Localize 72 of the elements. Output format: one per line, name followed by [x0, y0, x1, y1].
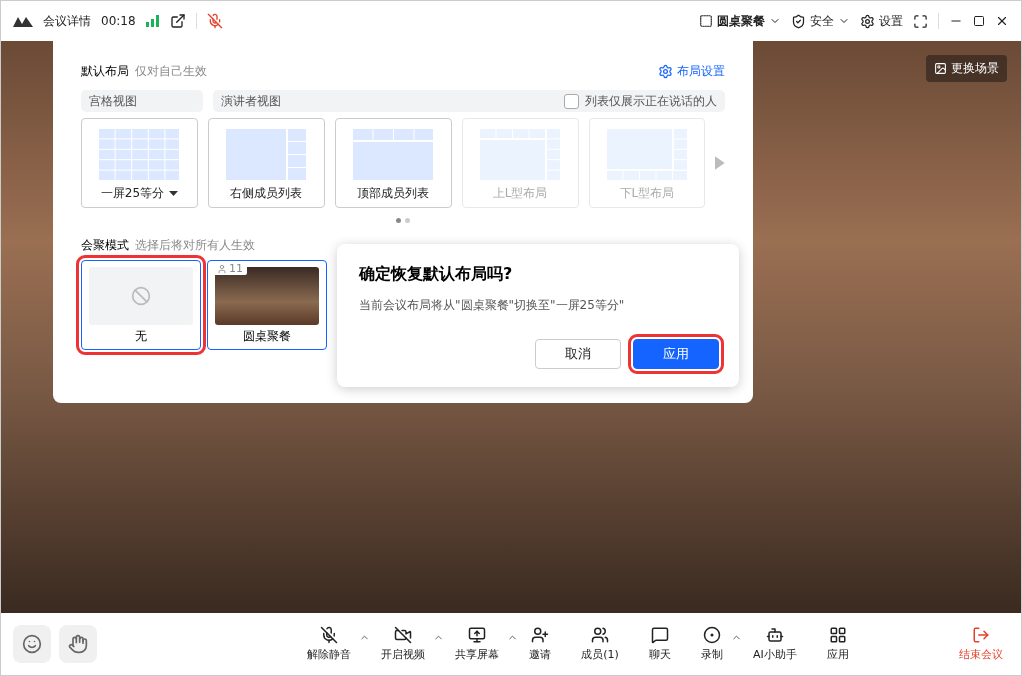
dialog-title: 确定恢复默认布局吗? — [359, 264, 514, 285]
exit-icon — [972, 626, 990, 644]
signal-icon — [145, 15, 160, 27]
toolbar-button[interactable]: 共享屏幕 — [447, 624, 508, 664]
layout-option-label: 一屏25等分 — [100, 185, 165, 202]
layout-settings-link[interactable]: 布局设置 — [658, 63, 725, 80]
security-menu[interactable]: 安全 — [791, 12, 850, 30]
toolbar-button[interactable]: 邀请 — [521, 624, 560, 664]
meeting-timer: 00:18 — [101, 14, 136, 28]
maximize-icon[interactable] — [973, 15, 985, 27]
toolbar-button[interactable]: 成员(1) — [573, 624, 627, 664]
robot-icon — [765, 626, 784, 644]
section-title: 会聚模式 — [81, 237, 129, 254]
layout-option-card[interactable]: 顶部成员列表 — [334, 118, 452, 208]
speaker-only-checkbox[interactable]: 列表仅展示正在说话的人 — [564, 92, 717, 110]
layout-preview-icon — [99, 129, 180, 180]
toolbar-button[interactable]: 应用 — [818, 624, 857, 664]
add-user-icon — [531, 626, 550, 644]
no-symbol-icon — [131, 286, 151, 306]
speaker-off-icon[interactable] — [206, 13, 223, 29]
layout-menu[interactable]: 圆桌聚餐 — [699, 12, 781, 30]
smiley-icon — [22, 634, 42, 654]
video-off-icon — [394, 626, 413, 644]
toolbar-button[interactable]: 聊天 — [640, 624, 679, 664]
toolbar-button[interactable]: 开启视频 — [373, 624, 434, 664]
chat-icon — [650, 626, 669, 644]
page-indicator-dot[interactable] — [396, 218, 401, 223]
layout-option-label: 右侧成员列表 — [230, 185, 303, 202]
page-indicator-dot[interactable] — [405, 218, 410, 223]
mode-option-label: 圆桌聚餐 — [243, 328, 291, 345]
layout-option-label: 上L型布局 — [492, 185, 548, 202]
layout-option-card[interactable]: 右侧成员列表 — [207, 118, 325, 208]
group-label: 演讲者视图 — [221, 92, 281, 110]
image-icon — [934, 62, 947, 75]
group-label: 宫格视图 — [89, 92, 137, 110]
dashed-square-icon — [699, 14, 713, 28]
logo-icon — [13, 15, 33, 27]
section-subtitle: 选择后将对所有人生效 — [135, 237, 255, 254]
mode-option-label: 无 — [135, 328, 147, 345]
mode-option-card[interactable]: 11 圆桌聚餐 — [207, 260, 327, 350]
settings-button[interactable]: 设置 — [860, 12, 903, 30]
layout-option-label: 顶部成员列表 — [357, 185, 430, 202]
close-icon[interactable] — [995, 14, 1009, 28]
external-link-icon[interactable] — [169, 13, 186, 29]
toolbar-button[interactable]: AI小助手 — [744, 624, 805, 664]
mic-off-icon — [320, 626, 339, 644]
layout-option-label: 下L型布局 — [619, 185, 675, 202]
section-subtitle: 仅对自己生效 — [135, 63, 207, 80]
shield-icon — [791, 13, 806, 29]
fullscreen-icon[interactable] — [913, 13, 928, 29]
dropdown-caret-icon[interactable] — [169, 191, 179, 196]
layout-option-card[interactable]: 一屏25等分 — [81, 118, 198, 208]
toolbar-button[interactable]: 解除静音 — [299, 624, 360, 664]
raise-hand-button[interactable] — [59, 625, 97, 663]
dialog-message: 当前会议布局将从"圆桌聚餐"切换至"一屏25等分" — [359, 297, 626, 314]
change-scene-button[interactable]: 更换场景 — [926, 55, 1007, 82]
users-icon — [591, 626, 610, 644]
hand-icon — [68, 634, 88, 654]
screen-share-icon — [468, 626, 487, 644]
participant-count-badge: 11 — [213, 262, 247, 275]
settings-icon — [860, 13, 875, 29]
layout-preview-icon — [226, 129, 307, 180]
end-meeting-button[interactable]: 结束会议 — [953, 625, 1009, 663]
settings-icon — [658, 64, 673, 79]
emoji-button[interactable] — [13, 625, 51, 663]
grid-icon — [828, 626, 847, 644]
cancel-button[interactable]: 取消 — [535, 339, 621, 369]
toolbar-button[interactable]: 录制 — [692, 624, 731, 664]
record-icon — [702, 626, 721, 644]
section-title: 默认布局 — [81, 63, 129, 80]
meeting-details-link[interactable]: 会议详情 — [43, 12, 91, 30]
layout-preview-icon — [353, 129, 434, 180]
